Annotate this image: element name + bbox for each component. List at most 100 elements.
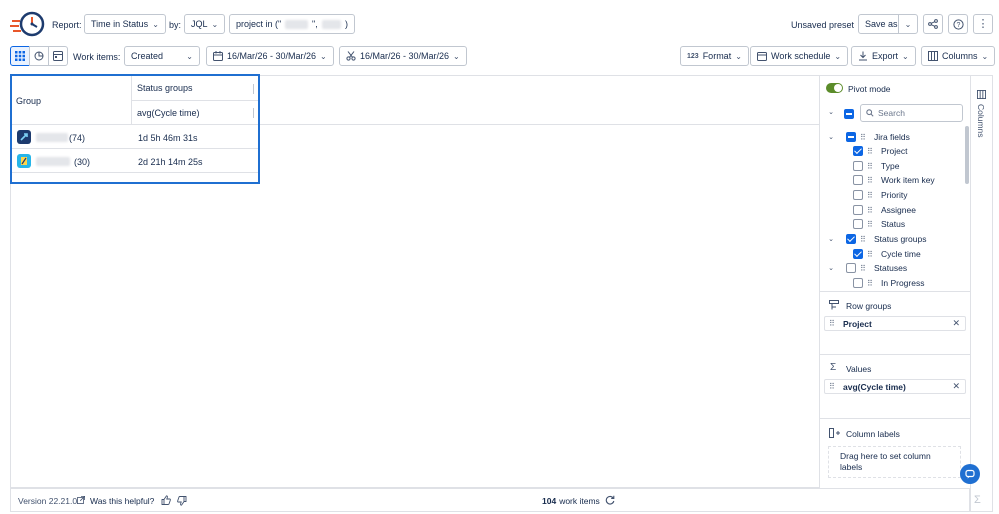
- download-icon: [859, 51, 867, 61]
- view-calendar-button[interactable]: [48, 46, 68, 66]
- tree-item-label: Status: [881, 219, 906, 229]
- values-chip[interactable]: ⠿ avg(Cycle time) ✕: [824, 379, 966, 394]
- more-vertical-icon: ⋮: [977, 17, 989, 30]
- tree-item-statuses[interactable]: ⌄ ⠿ Statuses: [827, 261, 907, 275]
- external-link-icon[interactable]: [77, 496, 85, 504]
- thumbs-down-icon[interactable]: [177, 496, 187, 506]
- grid-icon: [15, 51, 25, 61]
- drag-handle-icon[interactable]: ⠿: [829, 382, 839, 391]
- work-items-count: 104 work items: [542, 496, 600, 506]
- drag-handle-icon[interactable]: ⠿: [829, 319, 839, 328]
- tree-item-project[interactable]: ⠿ Project: [853, 144, 907, 158]
- work-items-select[interactable]: Created ⌄: [124, 46, 200, 66]
- tree-item-status[interactable]: ⠿ Status: [853, 217, 905, 231]
- tree-item-jira-fields[interactable]: ⌄ ⠿ Jira fields: [827, 130, 910, 144]
- save-as-label: Save as: [865, 19, 898, 29]
- scissors-icon: [346, 51, 356, 61]
- tree-item-type[interactable]: ⠿ Type: [853, 159, 899, 173]
- checkbox[interactable]: [853, 190, 863, 200]
- jql-query-field[interactable]: project in (" ", ): [229, 14, 355, 34]
- tree-item-assignee[interactable]: ⠿ Assignee: [853, 203, 916, 217]
- column-search-input[interactable]: Search: [860, 104, 963, 122]
- drag-handle-icon[interactable]: ⠿: [867, 147, 877, 156]
- share-button[interactable]: [923, 14, 943, 34]
- column-labels-section: Column labels Drag here to set column la…: [820, 420, 970, 486]
- report-type-select[interactable]: Time in Status ⌄: [84, 14, 166, 34]
- export-button[interactable]: Export ⌄: [851, 46, 916, 66]
- chevron-down-icon: ⌄: [902, 51, 909, 61]
- date-range-picker-1[interactable]: 16/Mar/26 - 30/Mar/26 ⌄: [206, 46, 334, 66]
- drag-handle-icon[interactable]: ⠿: [867, 162, 877, 171]
- drag-handle-icon[interactable]: ⠿: [860, 235, 870, 244]
- row-group-chip[interactable]: ⠿ Project ✕: [824, 316, 966, 331]
- drag-handle-icon[interactable]: ⠿: [860, 264, 870, 273]
- columns-tab-label: Columns: [976, 104, 986, 138]
- tree-item-in-progress[interactable]: ⠿ In Progress: [853, 276, 924, 290]
- chevron-down-icon: ⌄: [828, 236, 834, 243]
- checkbox[interactable]: [853, 161, 863, 171]
- drag-handle-icon[interactable]: ⠿: [867, 220, 877, 229]
- select-all-checkbox[interactable]: [844, 109, 854, 119]
- help-button[interactable]: ?: [948, 14, 968, 34]
- by-select[interactable]: JQL ⌄: [184, 14, 226, 34]
- checkbox[interactable]: [853, 175, 863, 185]
- more-button[interactable]: ⋮: [973, 14, 993, 34]
- drag-handle-icon[interactable]: ⠿: [860, 133, 870, 142]
- columns-icon: [928, 51, 938, 61]
- work-schedule-button[interactable]: Work schedule ⌄: [750, 46, 849, 66]
- column-tree: ⌄ ⠿ Jira fields ⠿ Project ⠿ Type ⠿ Work item …: [820, 128, 962, 290]
- column-labels-dropzone[interactable]: Drag here to set column labels: [828, 446, 961, 478]
- drag-handle-icon[interactable]: ⠿: [867, 176, 877, 185]
- checkbox[interactable]: [853, 146, 863, 156]
- work-items-number: 104: [542, 496, 557, 506]
- close-icon[interactable]: ✕: [952, 381, 960, 392]
- checkbox[interactable]: [846, 132, 856, 142]
- checkbox[interactable]: [853, 278, 863, 288]
- pivot-mode-toggle[interactable]: [826, 83, 843, 93]
- close-icon[interactable]: ✕: [952, 318, 960, 329]
- dropzone-hint: Drag here to set column labels: [840, 451, 931, 472]
- columns-label: Columns: [942, 51, 978, 61]
- jql-suffix: ): [345, 19, 348, 29]
- drag-handle-icon[interactable]: ⠿: [867, 279, 877, 288]
- sigma-icon: Σ: [974, 494, 981, 506]
- refresh-icon[interactable]: [605, 495, 615, 505]
- row-groups-icon: [829, 300, 839, 310]
- tree-item-label: Jira fields: [874, 132, 910, 142]
- version-link[interactable]: Version 22.21.0: [18, 496, 77, 506]
- format-button[interactable]: 123 Format ⌄: [680, 46, 749, 66]
- drag-handle-icon[interactable]: ⠿: [867, 191, 877, 200]
- tree-scrollbar[interactable]: [965, 126, 969, 184]
- save-as-dropdown[interactable]: ⌄: [898, 14, 918, 34]
- checkbox[interactable]: [853, 205, 863, 215]
- chevron-down-icon: ⌄: [834, 51, 842, 61]
- drag-handle-icon[interactable]: ⠿: [867, 250, 877, 259]
- columns-button[interactable]: Columns ⌄: [921, 46, 996, 66]
- chat-support-button[interactable]: [960, 464, 980, 484]
- tree-item-priority[interactable]: ⠿ Priority: [853, 188, 907, 202]
- save-as-button[interactable]: Save as: [858, 14, 899, 34]
- view-chart-button[interactable]: [29, 46, 49, 66]
- drag-handle-icon[interactable]: ⠿: [867, 206, 877, 215]
- thumbs-up-icon[interactable]: [161, 495, 171, 505]
- checkbox[interactable]: [853, 249, 863, 259]
- checkbox[interactable]: [853, 219, 863, 229]
- date-range-picker-2[interactable]: 16/Mar/26 - 30/Mar/26 ⌄: [339, 46, 467, 66]
- tree-item-work-item-key[interactable]: ⠿ Work item key: [853, 173, 935, 187]
- tree-item-cycle-time[interactable]: ⠿ Cycle time: [853, 247, 921, 261]
- checkbox[interactable]: [846, 263, 856, 273]
- pivot-mode-label: Pivot mode: [848, 84, 891, 94]
- checkbox[interactable]: [846, 234, 856, 244]
- tree-item-label: In Progress: [881, 278, 925, 288]
- calendar-icon: [757, 52, 767, 61]
- redacted-text: [321, 19, 341, 29]
- chevron-down-icon: ⌄: [735, 51, 742, 61]
- values-section: Σ Values ⠿ avg(Cycle time) ✕: [820, 356, 970, 416]
- tree-item-label: Project: [881, 146, 908, 156]
- divider: [820, 354, 970, 355]
- tree-item-status-groups[interactable]: ⌄ ⠿ Status groups: [827, 232, 926, 246]
- chevron-down-icon[interactable]: ⌄: [827, 108, 835, 116]
- view-grid-button[interactable]: [10, 46, 30, 66]
- columns-icon: [977, 90, 986, 99]
- columns-side-tab[interactable]: Columns: [971, 84, 992, 144]
